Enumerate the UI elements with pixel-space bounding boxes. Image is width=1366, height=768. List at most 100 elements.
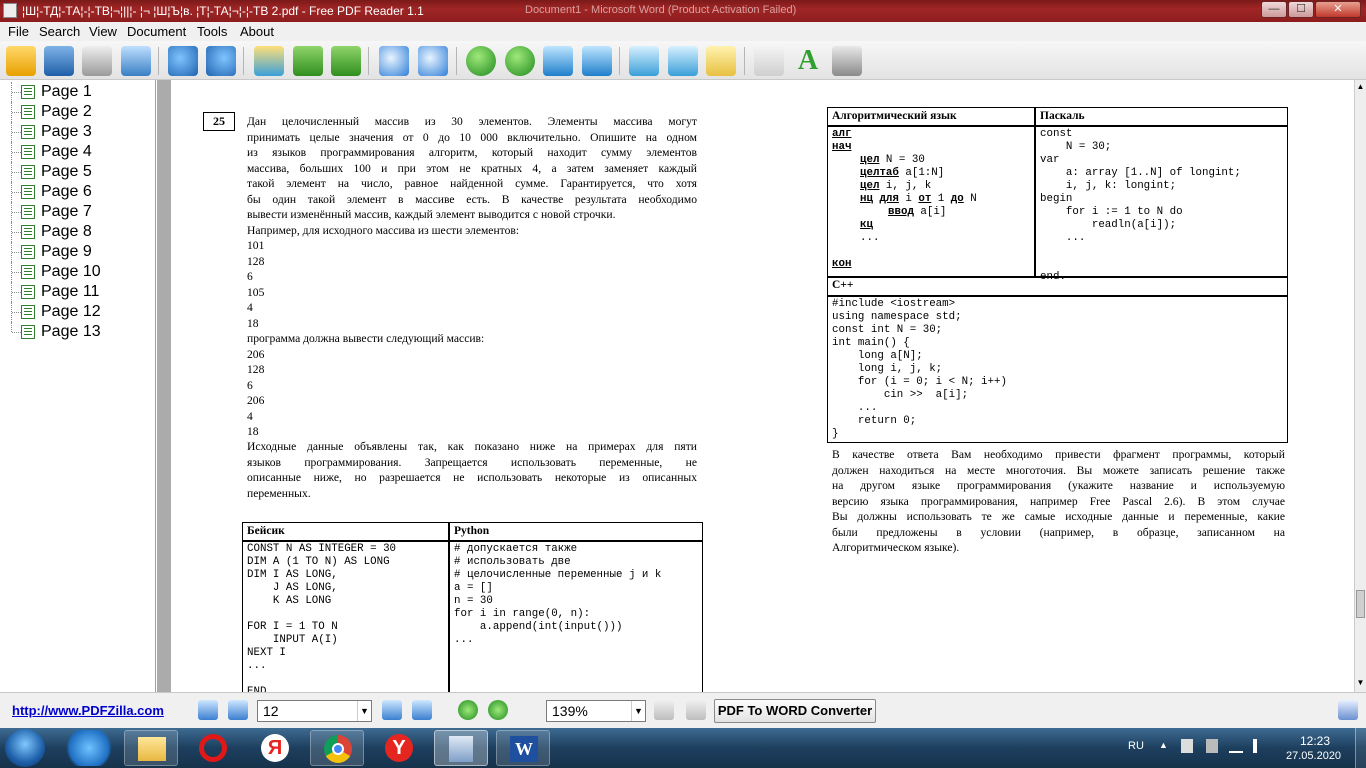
rotate-icon[interactable] bbox=[293, 46, 323, 76]
output-value: 18 bbox=[247, 425, 259, 438]
alg-keyword: до bbox=[950, 193, 964, 205]
next-page-icon[interactable] bbox=[382, 700, 402, 720]
alg-code: 1 bbox=[931, 193, 951, 205]
image-icon[interactable] bbox=[254, 46, 284, 76]
snapshot-icon[interactable] bbox=[832, 46, 862, 76]
chrome-icon[interactable] bbox=[310, 730, 364, 766]
forward-icon[interactable] bbox=[488, 700, 508, 720]
first-page-icon[interactable] bbox=[543, 46, 573, 76]
print-icon[interactable] bbox=[82, 46, 112, 76]
show-hidden-icons-icon[interactable]: ▲ bbox=[1159, 740, 1168, 750]
page-tree-item[interactable]: Page 2 bbox=[0, 102, 150, 122]
opera-icon[interactable] bbox=[186, 730, 240, 766]
page-icon bbox=[21, 85, 35, 99]
text-tool-icon[interactable]: A bbox=[793, 46, 823, 76]
page-number-select[interactable]: 12 ▼ bbox=[257, 700, 372, 722]
page-tree-item[interactable]: Page 4 bbox=[0, 142, 150, 162]
menu-about[interactable]: About bbox=[240, 24, 274, 39]
page-tree-item[interactable]: Page 13 bbox=[0, 322, 150, 342]
device-icon[interactable] bbox=[1206, 739, 1218, 753]
paper-icon[interactable] bbox=[706, 46, 736, 76]
zoom-out-icon[interactable] bbox=[654, 700, 674, 720]
input-value: 6 bbox=[247, 270, 253, 283]
page-tree-item[interactable]: Page 3 bbox=[0, 122, 150, 142]
zoom-in-icon[interactable] bbox=[686, 700, 706, 720]
undo-icon[interactable] bbox=[168, 46, 198, 76]
minimize-button[interactable]: — bbox=[1261, 1, 1287, 18]
page-tree-item[interactable]: Page 11 bbox=[0, 282, 150, 302]
language-indicator[interactable]: RU bbox=[1128, 740, 1144, 752]
back-icon[interactable] bbox=[458, 700, 478, 720]
page-tree-item[interactable]: Page 8 bbox=[0, 222, 150, 242]
windows-start-icon[interactable] bbox=[5, 729, 45, 767]
clock-time[interactable]: 12:23 bbox=[1300, 734, 1330, 748]
output-value: 206 bbox=[247, 394, 265, 407]
cpp-code: #include <iostream> using namespace std;… bbox=[832, 298, 1007, 440]
splitter[interactable] bbox=[157, 80, 171, 692]
alg-keyword: ввод bbox=[888, 206, 914, 218]
open-icon[interactable] bbox=[6, 46, 36, 76]
menu-document[interactable]: Document bbox=[127, 24, 186, 39]
alg-keyword: нц bbox=[860, 193, 873, 205]
close-button[interactable]: ✕ bbox=[1315, 1, 1361, 18]
pdf-to-word-button[interactable]: PDF To WORD Converter bbox=[714, 699, 876, 723]
page-tree-item[interactable]: Page 6 bbox=[0, 182, 150, 202]
prev-page-icon[interactable] bbox=[228, 700, 248, 720]
task-text-line: вывести изменённый массив, каждый элемен… bbox=[247, 208, 616, 221]
page-tree-item[interactable]: Page 1 bbox=[0, 82, 150, 102]
last-page-icon[interactable] bbox=[412, 700, 432, 720]
output-value: 128 bbox=[247, 363, 265, 376]
clock-date[interactable]: 27.05.2020 bbox=[1286, 750, 1341, 762]
explorer-icon[interactable] bbox=[124, 730, 178, 766]
zoom-out-icon[interactable] bbox=[379, 46, 409, 76]
page-tree-item[interactable]: Page 9 bbox=[0, 242, 150, 262]
grid-icon[interactable] bbox=[1338, 700, 1358, 720]
menu-search[interactable]: Search bbox=[39, 24, 80, 39]
network-icon[interactable] bbox=[1229, 739, 1243, 753]
redo-icon[interactable] bbox=[206, 46, 236, 76]
page-tree-item[interactable]: Page 12 bbox=[0, 302, 150, 322]
menu-file[interactable]: File bbox=[8, 24, 29, 39]
zoom-in-icon[interactable] bbox=[418, 46, 448, 76]
ie-icon[interactable] bbox=[62, 730, 116, 766]
flag-icon[interactable] bbox=[1181, 739, 1193, 753]
task-number: 25 bbox=[203, 112, 235, 131]
last-page-icon[interactable] bbox=[582, 46, 612, 76]
yandex-browser-icon[interactable]: Y bbox=[372, 730, 426, 766]
output-value: 206 bbox=[247, 347, 265, 361]
prev-page-icon[interactable] bbox=[466, 46, 496, 76]
swap-icon[interactable] bbox=[331, 46, 361, 76]
scroll-down-icon[interactable]: ▼ bbox=[1356, 678, 1365, 687]
page-tree-item[interactable]: Page 10 bbox=[0, 262, 150, 282]
menu-tools[interactable]: Tools bbox=[197, 24, 227, 39]
pdf-reader-icon[interactable] bbox=[434, 730, 488, 766]
email-icon[interactable] bbox=[121, 46, 151, 76]
page-tree-item[interactable]: Page 7 bbox=[0, 202, 150, 222]
thumbnails-icon[interactable] bbox=[629, 46, 659, 76]
maximize-button[interactable]: ☐ bbox=[1288, 1, 1314, 18]
task-text-line: Исходные данные объявлены так, как показ… bbox=[247, 440, 697, 453]
window-title: ¦Ш¦-ТД¦-ТА¦-¦-ТВ¦¬¦||¦- ¦¬ ¦Ш¦Ъ¦в. ¦Т¦-Т… bbox=[22, 4, 424, 18]
zoom-select[interactable]: 139% ▼ bbox=[546, 700, 646, 722]
answer-text-line: были предложены в условии (например, в о… bbox=[832, 525, 1285, 539]
first-page-icon[interactable] bbox=[198, 700, 218, 720]
background-window-title: Document1 - Microsoft Word (Product Acti… bbox=[525, 4, 797, 16]
document-page: 25 Дан целочисленный массив из 30 элемен… bbox=[171, 80, 1354, 692]
website-link[interactable]: http://www.PDFZilla.com bbox=[12, 703, 164, 718]
cpp-header: C++ bbox=[832, 279, 854, 291]
yandex-icon[interactable]: Я bbox=[248, 730, 302, 766]
menu-view[interactable]: View bbox=[89, 24, 117, 39]
show-desktop-button[interactable] bbox=[1355, 728, 1366, 768]
next-page-icon[interactable] bbox=[505, 46, 535, 76]
scroll-up-icon[interactable]: ▲ bbox=[1356, 82, 1365, 91]
page-tree-item[interactable]: Page 5 bbox=[0, 162, 150, 182]
save-icon[interactable] bbox=[44, 46, 74, 76]
page-icon bbox=[21, 305, 35, 319]
scroll-thumb[interactable] bbox=[1356, 590, 1365, 618]
alg-keyword: цел bbox=[860, 154, 880, 166]
hand-tool-icon[interactable] bbox=[754, 46, 784, 76]
vertical-scrollbar[interactable]: ▲ ▼ bbox=[1354, 80, 1366, 692]
word-icon[interactable]: W bbox=[496, 730, 550, 766]
volume-icon[interactable] bbox=[1253, 739, 1265, 753]
copy-icon[interactable] bbox=[668, 46, 698, 76]
